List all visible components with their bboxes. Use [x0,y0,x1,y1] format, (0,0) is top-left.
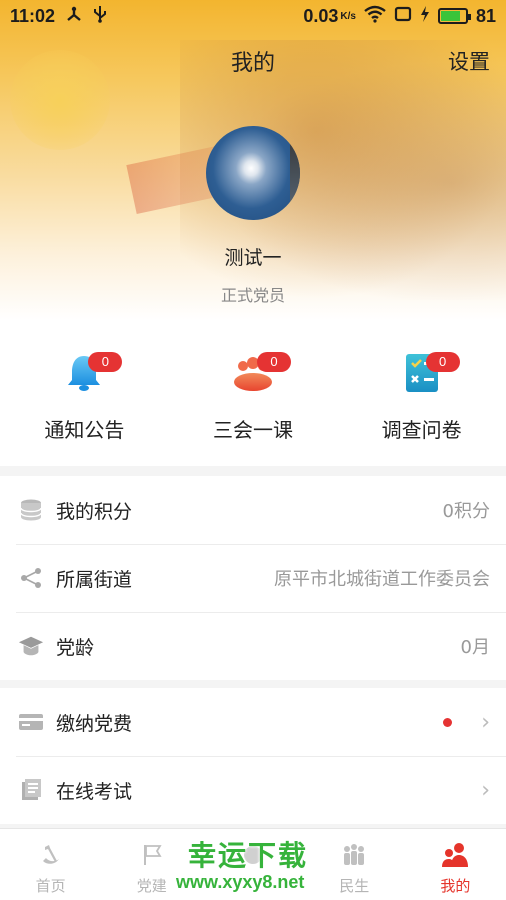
nav-label: 我的 [440,877,471,895]
info-row-party-age: 党龄 0月 [0,612,506,680]
action-list: 缴纳党费 › 在线考试 › [0,688,506,824]
people-icon [340,841,368,869]
nav-label: 民生 [339,877,370,895]
battery-icon [437,8,471,24]
usb-icon [93,5,107,28]
card-icon [18,709,44,735]
quick-action-label: 三会一课 [213,418,293,442]
quick-action-label: 通知公告 [44,418,125,442]
quick-action-meeting[interactable]: 0 三会一课 [169,320,338,466]
share-icon [18,565,44,591]
network-share-icon [65,5,83,28]
title-bar: 我的 设置 [0,40,506,80]
chevron-right-icon: › [481,777,490,803]
chevron-right-icon: › [481,709,490,735]
quick-action-survey[interactable]: 0 调查问卷 [337,320,506,466]
unread-dot [443,717,452,727]
page-title: 我的 [230,51,275,76]
row-pay-party-dues[interactable]: 缴纳党费 › [0,688,506,756]
avatar-photo-edge [290,126,300,220]
center-icon [239,841,267,869]
nav-label: 党建 [136,877,167,895]
survey-badge: 0 [425,352,460,372]
action-label: 在线考试 [56,780,133,803]
user-role: 正式党员 [220,286,285,305]
network-speed: 0.03 [303,5,339,26]
info-label: 所属街道 [56,568,133,591]
battery-percent: 81 [475,5,496,26]
quick-action-label: 调查问卷 [381,418,462,442]
user-icon [441,841,469,869]
action-label: 缴纳党费 [56,712,133,735]
graduation-cap-icon [18,633,44,659]
info-list: 我的积分 0积分 所属街道 原平市北城街道工作委员会 党龄 0月 [0,476,506,680]
info-row-points: 我的积分 0积分 [0,476,506,544]
info-value: 原平市北城街道工作委员会 [274,569,490,590]
quick-action-notice[interactable]: 0 通知公告 [0,320,169,466]
nav-item-party[interactable]: 党建 [101,829,202,900]
meeting-badge: 0 [257,352,291,372]
nav-item-center[interactable] [202,829,303,900]
notice-badge: 0 [88,352,123,372]
nav-item-mine[interactable]: 我的 [405,829,506,900]
nav-item-home[interactable]: 首页 [0,829,101,900]
status-bar: 11:02 0.03 K/s 81 [0,0,506,32]
flag-icon [138,841,166,869]
settings-button[interactable]: 设置 [448,46,490,76]
status-time: 11:02 [10,5,56,26]
info-row-street: 所属街道 原平市北城街道工作委员会 [0,544,506,612]
wifi-icon [364,5,386,28]
info-value: 0月 [460,637,490,658]
info-value: 0积分 [442,501,490,522]
row-online-exam[interactable]: 在线考试 › [0,756,506,824]
coin-stack-icon [18,497,44,523]
quick-actions: 0 通知公告 0 三会一课 0 调查问卷 [0,320,506,466]
nav-item-livelihood[interactable]: 民生 [304,829,405,900]
screen-rotate-icon [394,6,412,27]
bottom-nav: 首页 党建 民生 我的 [0,828,506,900]
user-name: 测试一 [224,247,282,269]
charging-icon [420,5,430,27]
network-speed-unit: K/s [340,10,356,22]
nav-label: 首页 [35,877,66,895]
avatar[interactable] [206,126,300,220]
hammer-sickle-icon [37,841,65,869]
exam-icon [18,777,44,803]
info-label: 党龄 [56,636,95,659]
info-label: 我的积分 [56,500,133,523]
